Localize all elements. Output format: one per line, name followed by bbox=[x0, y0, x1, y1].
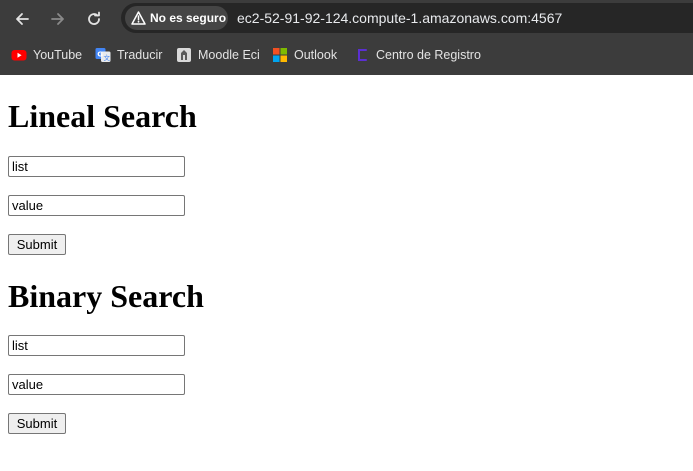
bookmark-outlook[interactable]: Outlook bbox=[272, 46, 337, 64]
binary-list-input[interactable] bbox=[8, 335, 185, 356]
address-bar[interactable]: No es seguro ec2-52-91-92-124.compute-1.… bbox=[121, 3, 693, 33]
binary-value-input[interactable] bbox=[8, 374, 185, 395]
lineal-list-input[interactable] bbox=[8, 156, 185, 177]
back-arrow-icon bbox=[16, 13, 29, 25]
registro-icon bbox=[358, 49, 367, 61]
svg-text:G: G bbox=[97, 51, 103, 59]
bookmark-label: Traducir bbox=[117, 48, 163, 62]
browser-toolbar: No es seguro ec2-52-91-92-124.compute-1.… bbox=[0, 0, 693, 37]
bookmark-centro-registro[interactable]: Centro de Registro bbox=[354, 46, 481, 64]
bookmarks-bar: YouTube G 文 Traducir Moodle Eci Outlook … bbox=[0, 40, 693, 70]
browser-chrome: No es seguro ec2-52-91-92-124.compute-1.… bbox=[0, 0, 693, 75]
bookmark-youtube[interactable]: YouTube bbox=[11, 46, 82, 64]
page-content: Lineal Search Submit Binary Search Submi… bbox=[0, 75, 693, 471]
reload-icon bbox=[88, 11, 100, 25]
lineal-value-input[interactable] bbox=[8, 195, 185, 216]
bookmark-label: Outlook bbox=[294, 48, 338, 62]
binary-submit-button[interactable]: Submit bbox=[8, 413, 66, 434]
security-label: No es seguro bbox=[150, 11, 227, 25]
bookmark-traducir[interactable]: G 文 Traducir bbox=[95, 46, 162, 64]
url-text[interactable]: ec2-52-91-92-124.compute-1.amazonaws.com… bbox=[237, 10, 562, 26]
warning-icon bbox=[131, 11, 146, 25]
translate-icon: G 文 bbox=[95, 48, 111, 62]
svg-text:文: 文 bbox=[104, 53, 111, 62]
security-indicator[interactable]: No es seguro bbox=[125, 6, 228, 30]
forward-button[interactable] bbox=[45, 6, 71, 32]
youtube-icon bbox=[11, 50, 27, 61]
forward-arrow-icon bbox=[51, 13, 64, 25]
bookmark-label: Centro de Registro bbox=[376, 48, 481, 62]
bookmark-label: Moodle Eci bbox=[198, 48, 260, 62]
lineal-submit-button[interactable]: Submit bbox=[8, 234, 66, 255]
outlook-icon bbox=[273, 48, 287, 62]
lineal-search-title: Lineal Search bbox=[8, 98, 197, 134]
moodle-icon bbox=[177, 48, 191, 62]
reload-button[interactable] bbox=[81, 6, 107, 32]
binary-search-title: Binary Search bbox=[8, 278, 204, 314]
bookmark-label: YouTube bbox=[33, 48, 83, 62]
bookmark-moodle[interactable]: Moodle Eci bbox=[176, 46, 260, 64]
back-button[interactable] bbox=[9, 6, 35, 32]
